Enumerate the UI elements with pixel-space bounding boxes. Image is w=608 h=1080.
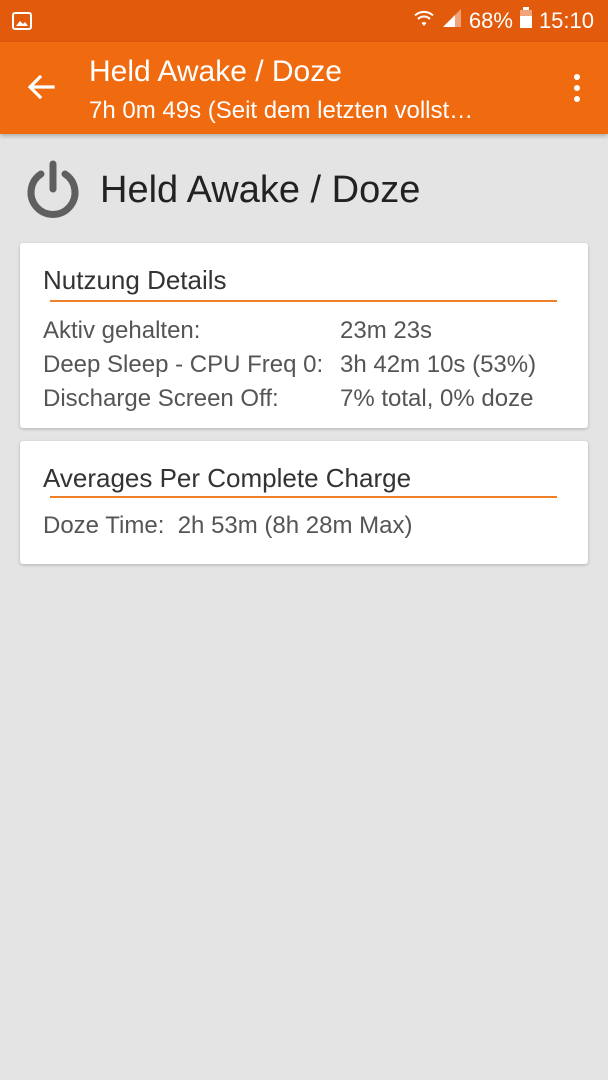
averages-card: Averages Per Complete Charge Doze Time: … bbox=[20, 441, 588, 564]
divider bbox=[50, 496, 557, 498]
app-bar-title: Held Awake / Doze bbox=[89, 55, 342, 88]
app-bar: Held Awake / Doze 7h 0m 49s (Seit dem le… bbox=[0, 42, 608, 134]
overflow-menu-icon bbox=[574, 74, 580, 80]
arrow-back-icon bbox=[27, 74, 55, 100]
page-header: Held Awake / Doze bbox=[24, 152, 420, 228]
usage-details-card: Nutzung Details Aktiv gehalten: 23m 23s … bbox=[20, 243, 588, 428]
doze-time-text: Doze Time: 2h 53m (8h 28m Max) bbox=[43, 512, 413, 539]
detail-label: Deep Sleep - CPU Freq 0: bbox=[43, 351, 324, 378]
detail-row: Discharge Screen Off: 7% total, 0% doze bbox=[43, 385, 533, 413]
battery-icon bbox=[519, 7, 533, 35]
detail-value: 23m 23s bbox=[340, 317, 433, 344]
overflow-menu-button[interactable] bbox=[564, 68, 590, 108]
status-bar: 68% 15:10 bbox=[0, 0, 608, 42]
detail-row: Deep Sleep - CPU Freq 0: 3h 42m 10s (53%… bbox=[43, 351, 536, 379]
app-bar-subtitle: 7h 0m 49s (Seit dem letzten vollst… bbox=[89, 97, 474, 124]
power-icon bbox=[27, 160, 79, 218]
detail-value: 3h 42m 10s (53%) bbox=[340, 351, 537, 378]
detail-row: Aktiv gehalten: 23m 23s bbox=[43, 317, 432, 345]
detail-value: 7% total, 0% doze bbox=[340, 385, 534, 412]
back-button[interactable] bbox=[20, 66, 62, 108]
page-title: Held Awake / Doze bbox=[100, 168, 421, 211]
battery-percent: 68% bbox=[468, 8, 513, 33]
signal-icon bbox=[441, 7, 463, 35]
detail-label: Aktiv gehalten: bbox=[43, 317, 201, 344]
detail-label: Discharge Screen Off: bbox=[43, 385, 279, 412]
divider bbox=[50, 300, 557, 302]
image-icon bbox=[12, 11, 32, 31]
clock: 15:10 bbox=[538, 8, 594, 33]
status-icons: 68% 15:10 bbox=[413, 0, 594, 42]
card-title: Nutzung Details bbox=[43, 265, 227, 295]
wifi-icon bbox=[413, 7, 435, 35]
card-title: Averages Per Complete Charge bbox=[43, 463, 412, 493]
